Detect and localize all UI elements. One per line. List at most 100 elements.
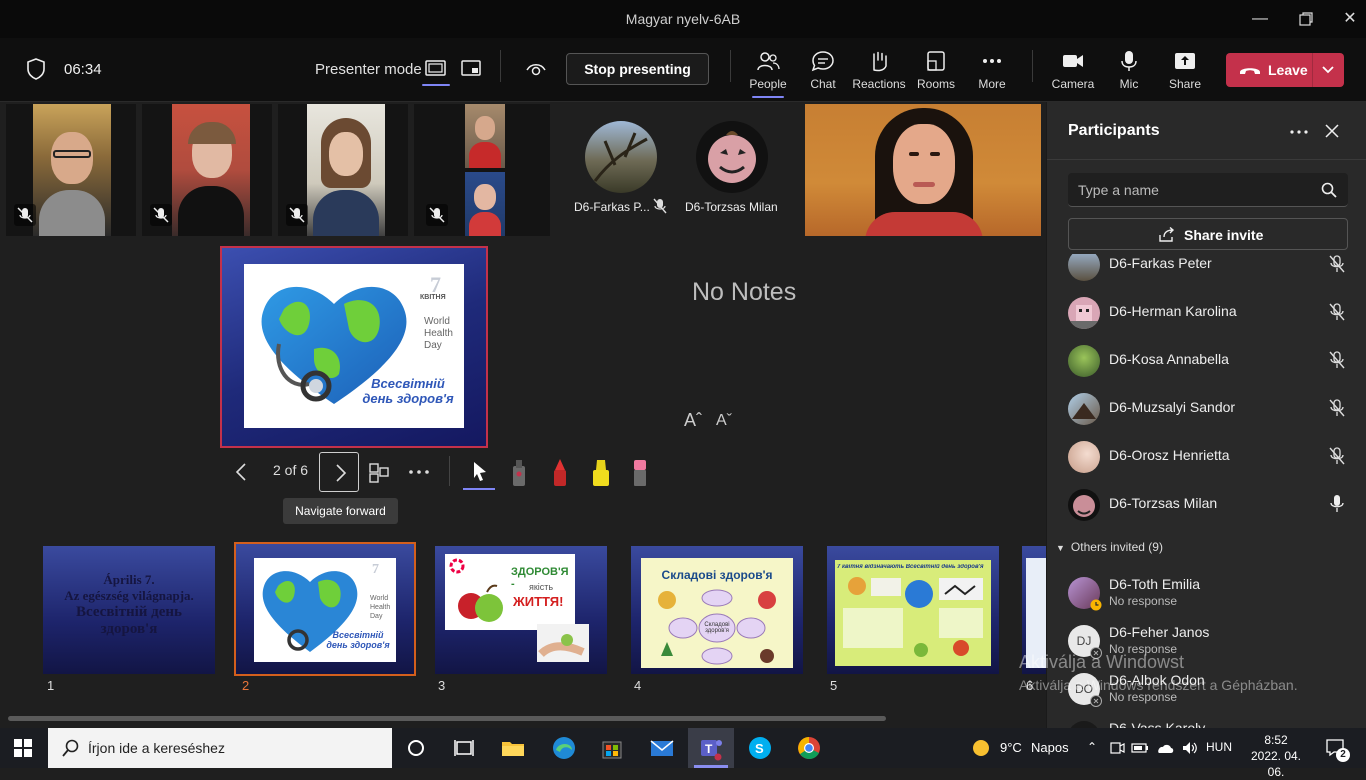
reactions-button[interactable]: Reactions (851, 48, 907, 91)
mic-off-icon[interactable] (1328, 398, 1346, 418)
skype-icon[interactable]: S (746, 734, 774, 762)
video-tile[interactable] (142, 104, 272, 236)
weather-text[interactable]: Napos (1031, 740, 1069, 755)
decrease-font-button[interactable]: Aˇ (716, 412, 732, 430)
close-icon[interactable] (1324, 123, 1340, 139)
reactions-label: Reactions (852, 77, 906, 91)
leave-button[interactable]: Leave (1226, 53, 1344, 87)
share-button[interactable]: Share (1157, 48, 1213, 91)
participant-name: D6-Orosz Henrietta (1109, 447, 1230, 463)
mic-icon[interactable] (1328, 494, 1346, 514)
chat-button[interactable]: Chat (795, 48, 851, 91)
more-button[interactable]: More (964, 48, 1020, 91)
presenter-video[interactable] (805, 104, 1041, 236)
avatar[interactable] (696, 121, 768, 193)
avatar (1068, 721, 1100, 728)
participant-row[interactable]: D6-Orosz Henrietta (1047, 432, 1366, 480)
highlighter-icon[interactable] (589, 458, 613, 488)
navigate-forward-button[interactable] (319, 452, 359, 492)
avatar (1068, 441, 1100, 473)
maximize-icon[interactable] (1294, 8, 1318, 30)
volume-icon[interactable] (1181, 740, 1199, 756)
meeting-stage: D6-Farkas P... D6-Torzsas Milan 7 КВІТНЯ (0, 102, 1046, 728)
participant-row[interactable]: D6-Muzsalyi Sandor (1047, 384, 1366, 432)
invited-row[interactable]: D6-Toth Emilia No response (1047, 568, 1366, 616)
mic-button[interactable]: Mic (1101, 48, 1157, 91)
more-options-icon[interactable] (408, 466, 430, 478)
video-tile[interactable] (278, 104, 408, 236)
system-clock[interactable]: 8:52 2022. 04. 06. (1244, 732, 1308, 780)
mic-off-icon[interactable] (1328, 350, 1346, 370)
camera-button[interactable]: Camera (1045, 48, 1101, 91)
others-invited-header[interactable]: ▼ Others invited (9) (1056, 540, 1163, 554)
onedrive-cloud-icon[interactable] (1155, 740, 1175, 756)
clock-status-icon (1090, 599, 1102, 611)
eraser-icon[interactable] (629, 458, 651, 488)
laser-pointer-icon[interactable] (508, 458, 530, 488)
teams-taskbar-item[interactable]: T (688, 728, 734, 768)
navigate-back-icon[interactable] (234, 462, 250, 482)
edge-browser-icon[interactable] (550, 734, 578, 762)
mic-off-icon[interactable] (1328, 302, 1346, 322)
red-pen-icon[interactable] (549, 458, 571, 488)
weather-temperature[interactable]: 9°C (1000, 740, 1022, 755)
search-icon[interactable] (1321, 182, 1337, 198)
thumbnails-scrollbar[interactable] (8, 716, 886, 721)
input-language[interactable]: HUN (1206, 740, 1232, 754)
chevron-up-icon[interactable]: ⌃ (1087, 740, 1097, 754)
people-button[interactable]: People (740, 48, 796, 98)
slide-thumbnail-selected[interactable]: 7 World Health Day Всесвітній день здоро… (234, 542, 416, 676)
mic-off-icon[interactable] (1328, 254, 1346, 274)
slide-thumbnail[interactable]: Складові здоров'я Складові здоров'я (631, 546, 803, 674)
chevron-down-icon[interactable] (1320, 62, 1336, 78)
toolbar-divider (500, 50, 501, 82)
store-icon[interactable] (598, 734, 626, 762)
participant-row[interactable]: D6-Farkas Peter (1047, 254, 1366, 288)
mic-off-icon[interactable] (1328, 446, 1346, 466)
active-tool-indicator (463, 488, 495, 490)
mic-off-icon (150, 204, 172, 226)
file-explorer-icon[interactable] (499, 734, 527, 762)
close-window-icon[interactable]: ✕ (1338, 8, 1362, 30)
video-tile-group[interactable] (414, 104, 550, 236)
thumb-caption: Всесвітній день здоров'я (320, 630, 396, 650)
invited-row[interactable]: D6-Vass Karoly (1047, 712, 1366, 728)
thumb-text: якість (529, 582, 554, 592)
weather-sun-icon[interactable] (970, 738, 992, 758)
video-tile[interactable] (6, 104, 136, 236)
participant-row[interactable]: D6-Kosa Annabella (1047, 336, 1366, 384)
eye-icon[interactable] (525, 60, 547, 78)
notifications-button[interactable]: 2 (1324, 736, 1350, 762)
rooms-button[interactable]: Rooms (908, 48, 964, 91)
participant-row[interactable]: D6-Herman Karolina (1047, 288, 1366, 336)
thumb-number: 4 (634, 678, 642, 693)
chrome-icon[interactable] (795, 734, 823, 762)
meet-now-icon[interactable] (1109, 740, 1125, 756)
task-view-icon[interactable] (450, 734, 478, 762)
more-options-icon[interactable] (1290, 129, 1308, 135)
notification-count: 2 (1336, 748, 1350, 762)
stop-presenting-button[interactable]: Stop presenting (566, 53, 709, 85)
participant-row[interactable]: D6-Torzsas Milan (1047, 480, 1366, 528)
slide-thumbnail[interactable]: ЗДОРОВ'Я - якість ЖИТТЯ! (435, 546, 607, 674)
standout-mode-icon[interactable] (422, 58, 450, 86)
participant-name: D6-Farkas P... (574, 200, 650, 214)
windows-start-icon[interactable] (14, 739, 32, 757)
toolbar-divider (1032, 50, 1033, 82)
cortana-icon[interactable] (402, 734, 430, 762)
side-by-side-mode-icon[interactable] (460, 58, 482, 78)
thumb-line: Всесвітній (332, 630, 384, 640)
slide-thumbnail[interactable]: 7 квітня відзначають Всесвітній день здо… (827, 546, 999, 674)
search-input[interactable] (1078, 180, 1308, 200)
pointer-tool-icon[interactable] (470, 460, 490, 484)
taskbar-search[interactable]: Írjon ide a kereséshez (48, 728, 392, 768)
share-invite-button[interactable]: Share invite (1068, 218, 1348, 250)
battery-icon[interactable] (1131, 740, 1149, 756)
mail-icon[interactable] (648, 734, 676, 762)
grid-view-icon[interactable] (368, 462, 390, 484)
participant-name: D6-Torzsas Milan (685, 200, 778, 214)
slide-thumbnail[interactable]: Április 7. Az egészség világnapja. Всесв… (43, 546, 215, 674)
increase-font-button[interactable]: Aˆ (684, 410, 702, 431)
avatar[interactable] (585, 121, 657, 193)
minimize-icon[interactable]: — (1248, 8, 1272, 30)
